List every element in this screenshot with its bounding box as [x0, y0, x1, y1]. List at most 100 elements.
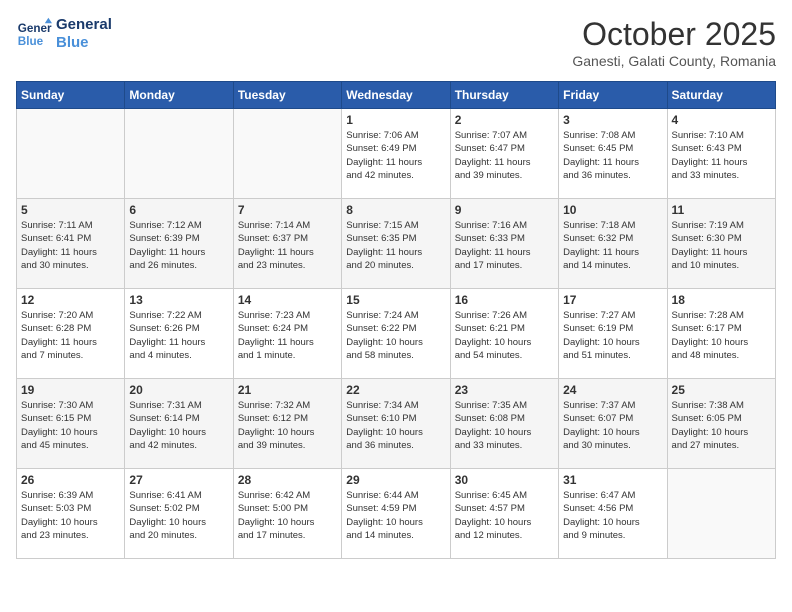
- calendar-cell: [125, 109, 233, 199]
- day-number: 14: [238, 293, 337, 307]
- calendar-cell: 27 Sunrise: 6:41 AM Sunset: 5:02 PM Dayli…: [125, 469, 233, 559]
- day-info: Sunrise: 7:16 AM Sunset: 6:33 PM Dayligh…: [455, 219, 554, 272]
- day-info: Sunrise: 6:41 AM Sunset: 5:02 PM Dayligh…: [129, 489, 228, 542]
- calendar-cell: 31 Sunrise: 6:47 AM Sunset: 4:56 PM Dayli…: [559, 469, 667, 559]
- day-number: 27: [129, 473, 228, 487]
- day-number: 6: [129, 203, 228, 217]
- weekday-header-monday: Monday: [125, 82, 233, 109]
- day-info: Sunrise: 7:10 AM Sunset: 6:43 PM Dayligh…: [672, 129, 771, 182]
- weekday-header-sunday: Sunday: [17, 82, 125, 109]
- day-info: Sunrise: 7:24 AM Sunset: 6:22 PM Dayligh…: [346, 309, 445, 362]
- calendar-cell: 6 Sunrise: 7:12 AM Sunset: 6:39 PM Daylig…: [125, 199, 233, 289]
- day-info: Sunrise: 6:44 AM Sunset: 4:59 PM Dayligh…: [346, 489, 445, 542]
- calendar-cell: 28 Sunrise: 6:42 AM Sunset: 5:00 PM Dayli…: [233, 469, 341, 559]
- day-number: 23: [455, 383, 554, 397]
- day-number: 18: [672, 293, 771, 307]
- day-number: 19: [21, 383, 120, 397]
- svg-text:General: General: [18, 22, 52, 35]
- day-number: 15: [346, 293, 445, 307]
- day-info: Sunrise: 6:39 AM Sunset: 5:03 PM Dayligh…: [21, 489, 120, 542]
- day-info: Sunrise: 7:20 AM Sunset: 6:28 PM Dayligh…: [21, 309, 120, 362]
- day-info: Sunrise: 7:30 AM Sunset: 6:15 PM Dayligh…: [21, 399, 120, 452]
- day-number: 13: [129, 293, 228, 307]
- calendar-cell: 3 Sunrise: 7:08 AM Sunset: 6:45 PM Daylig…: [559, 109, 667, 199]
- day-number: 3: [563, 113, 662, 127]
- day-number: 7: [238, 203, 337, 217]
- month-title: October 2025: [572, 16, 776, 53]
- day-number: 11: [672, 203, 771, 217]
- weekday-header-thursday: Thursday: [450, 82, 558, 109]
- day-info: Sunrise: 6:47 AM Sunset: 4:56 PM Dayligh…: [563, 489, 662, 542]
- calendar-cell: 10 Sunrise: 7:18 AM Sunset: 6:32 PM Dayli…: [559, 199, 667, 289]
- calendar-cell: 18 Sunrise: 7:28 AM Sunset: 6:17 PM Dayli…: [667, 289, 775, 379]
- calendar-cell: 5 Sunrise: 7:11 AM Sunset: 6:41 PM Daylig…: [17, 199, 125, 289]
- day-number: 10: [563, 203, 662, 217]
- day-number: 17: [563, 293, 662, 307]
- day-info: Sunrise: 7:28 AM Sunset: 6:17 PM Dayligh…: [672, 309, 771, 362]
- calendar-cell: 24 Sunrise: 7:37 AM Sunset: 6:07 PM Dayli…: [559, 379, 667, 469]
- day-info: Sunrise: 7:34 AM Sunset: 6:10 PM Dayligh…: [346, 399, 445, 452]
- title-block: October 2025 Ganesti, Galati County, Rom…: [572, 16, 776, 69]
- day-number: 12: [21, 293, 120, 307]
- calendar-cell: 14Sunrise: 7:23 AM Sunset: 6:24 PM Dayli…: [233, 289, 341, 379]
- calendar-cell: 23Sunrise: 7:35 AM Sunset: 6:08 PM Dayli…: [450, 379, 558, 469]
- day-info: Sunrise: 7:18 AM Sunset: 6:32 PM Dayligh…: [563, 219, 662, 272]
- calendar-cell: 19 Sunrise: 7:30 AM Sunset: 6:15 PM Dayli…: [17, 379, 125, 469]
- day-number: 26: [21, 473, 120, 487]
- svg-text:Blue: Blue: [18, 35, 44, 48]
- calendar-cell: 7Sunrise: 7:14 AM Sunset: 6:37 PM Daylig…: [233, 199, 341, 289]
- day-info: Sunrise: 7:37 AM Sunset: 6:07 PM Dayligh…: [563, 399, 662, 452]
- day-number: 16: [455, 293, 554, 307]
- calendar-cell: 25Sunrise: 7:38 AM Sunset: 6:05 PM Dayli…: [667, 379, 775, 469]
- calendar-cell: 4Sunrise: 7:10 AM Sunset: 6:43 PM Daylig…: [667, 109, 775, 199]
- day-number: 31: [563, 473, 662, 487]
- location-subtitle: Ganesti, Galati County, Romania: [572, 53, 776, 69]
- calendar-cell: 1 Sunrise: 7:06 AM Sunset: 6:49 PM Daylig…: [342, 109, 450, 199]
- calendar-cell: [667, 469, 775, 559]
- weekday-header-saturday: Saturday: [667, 82, 775, 109]
- day-number: 24: [563, 383, 662, 397]
- page-header: General Blue GeneralBlue October 2025 Ga…: [16, 16, 776, 69]
- day-number: 21: [238, 383, 337, 397]
- day-info: Sunrise: 7:07 AM Sunset: 6:47 PM Dayligh…: [455, 129, 554, 182]
- calendar-cell: 9 Sunrise: 7:16 AM Sunset: 6:33 PM Daylig…: [450, 199, 558, 289]
- calendar-cell: [17, 109, 125, 199]
- day-number: 28: [238, 473, 337, 487]
- day-number: 9: [455, 203, 554, 217]
- calendar-cell: 2 Sunrise: 7:07 AM Sunset: 6:47 PM Daylig…: [450, 109, 558, 199]
- day-number: 29: [346, 473, 445, 487]
- day-info: Sunrise: 6:42 AM Sunset: 5:00 PM Dayligh…: [238, 489, 337, 542]
- day-info: Sunrise: 7:31 AM Sunset: 6:14 PM Dayligh…: [129, 399, 228, 452]
- day-info: Sunrise: 7:27 AM Sunset: 6:19 PM Dayligh…: [563, 309, 662, 362]
- day-number: 2: [455, 113, 554, 127]
- day-info: Sunrise: 7:08 AM Sunset: 6:45 PM Dayligh…: [563, 129, 662, 182]
- day-info: Sunrise: 7:38 AM Sunset: 6:05 PM Dayligh…: [672, 399, 771, 452]
- calendar-cell: 13 Sunrise: 7:22 AM Sunset: 6:26 PM Dayli…: [125, 289, 233, 379]
- logo-icon: General Blue: [16, 16, 52, 52]
- logo-text: GeneralBlue: [56, 16, 112, 52]
- calendar-cell: 22 Sunrise: 7:34 AM Sunset: 6:10 PM Dayli…: [342, 379, 450, 469]
- calendar-cell: 17 Sunrise: 7:27 AM Sunset: 6:19 PM Dayli…: [559, 289, 667, 379]
- calendar-cell: 15 Sunrise: 7:24 AM Sunset: 6:22 PM Dayli…: [342, 289, 450, 379]
- day-number: 8: [346, 203, 445, 217]
- calendar-cell: 21 Sunrise: 7:32 AM Sunset: 6:12 PM Dayli…: [233, 379, 341, 469]
- calendar-cell: 20 Sunrise: 7:31 AM Sunset: 6:14 PM Dayli…: [125, 379, 233, 469]
- day-info: Sunrise: 7:32 AM Sunset: 6:12 PM Dayligh…: [238, 399, 337, 452]
- calendar-cell: 11Sunrise: 7:19 AM Sunset: 6:30 PM Dayli…: [667, 199, 775, 289]
- day-number: 1: [346, 113, 445, 127]
- calendar-cell: 26 Sunrise: 6:39 AM Sunset: 5:03 PM Dayli…: [17, 469, 125, 559]
- weekday-header-tuesday: Tuesday: [233, 82, 341, 109]
- day-number: 5: [21, 203, 120, 217]
- day-info: Sunrise: 7:22 AM Sunset: 6:26 PM Dayligh…: [129, 309, 228, 362]
- calendar-cell: [233, 109, 341, 199]
- day-number: 22: [346, 383, 445, 397]
- day-number: 20: [129, 383, 228, 397]
- calendar-cell: 30Sunrise: 6:45 AM Sunset: 4:57 PM Dayli…: [450, 469, 558, 559]
- logo: General Blue GeneralBlue: [16, 16, 112, 52]
- day-info: Sunrise: 7:11 AM Sunset: 6:41 PM Dayligh…: [21, 219, 120, 272]
- calendar-cell: 16Sunrise: 7:26 AM Sunset: 6:21 PM Dayli…: [450, 289, 558, 379]
- day-info: Sunrise: 7:12 AM Sunset: 6:39 PM Dayligh…: [129, 219, 228, 272]
- day-info: Sunrise: 6:45 AM Sunset: 4:57 PM Dayligh…: [455, 489, 554, 542]
- day-info: Sunrise: 7:06 AM Sunset: 6:49 PM Dayligh…: [346, 129, 445, 182]
- calendar-table: SundayMondayTuesdayWednesdayThursdayFrid…: [16, 81, 776, 559]
